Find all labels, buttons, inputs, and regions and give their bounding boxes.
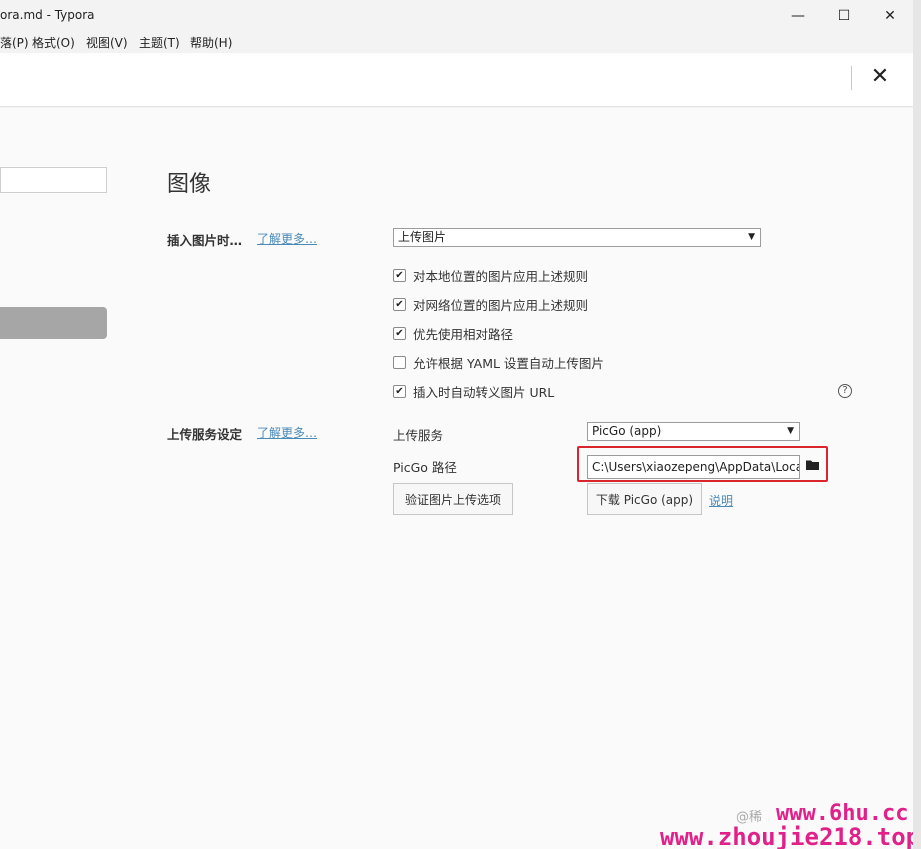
preferences-header: ✕ <box>0 53 913 107</box>
close-icon: ✕ <box>870 64 890 89</box>
upload-service-select[interactable]: PicGo (app) ▼ <box>587 422 800 441</box>
minimize-icon: — <box>791 7 805 24</box>
verify-upload-button[interactable]: 验证图片上传选项 <box>393 483 513 515</box>
insert-learn-more-link[interactable]: 了解更多… <box>257 230 317 247</box>
sidebar-active-item[interactable] <box>0 307 107 339</box>
insert-image-select[interactable]: 上传图片 ▼ <box>393 228 761 247</box>
insert-image-label: 插入图片时… <box>167 233 243 248</box>
chevron-down-icon: ▼ <box>748 232 755 242</box>
checkbox-local-rule[interactable]: ✔ <box>393 268 406 282</box>
preferences-close-button[interactable]: ✕ <box>869 64 891 90</box>
menu-help[interactable]: 帮助(H) <box>190 34 232 51</box>
upload-learn-more-link[interactable]: 了解更多… <box>257 424 317 441</box>
option-label: 允许根据 YAML 设置自动上传图片 <box>413 355 604 371</box>
chevron-down-icon: ▼ <box>787 426 794 436</box>
menu-format[interactable]: 格式(O) <box>32 34 75 51</box>
upload-service-value: PicGo (app) <box>592 424 662 438</box>
picgo-path-label: PicGo 路径 <box>393 460 457 475</box>
download-picgo-button[interactable]: 下载 PicGo (app) <box>587 483 702 515</box>
maximize-icon: ☐ <box>837 7 851 24</box>
help-icon[interactable]: ? <box>838 384 852 398</box>
option-label: 优先使用相对路径 <box>413 326 514 342</box>
maximize-button[interactable]: ☐ <box>821 0 867 31</box>
option-label: 对本地位置的图片应用上述规则 <box>413 268 589 284</box>
watermark-line2: www.zhoujie218.top <box>660 823 921 849</box>
preferences-content: 图像 插入图片时… 了解更多… 上传图片 ▼ ✔ 对本地位置的图片应用上述规则 … <box>0 108 920 849</box>
menu-paragraph[interactable]: 落(P) <box>0 34 29 51</box>
highlight-box <box>577 446 828 482</box>
option-local-rule[interactable]: ✔ 对本地位置的图片应用上述规则 <box>393 266 588 284</box>
menu-bar: 落(P) 格式(O) 视图(V) 主题(T) 帮助(H) <box>0 31 913 53</box>
sidebar-search-input[interactable] <box>0 167 107 193</box>
option-label: 插入时自动转义图片 URL <box>413 384 555 400</box>
checkbox-relative-path[interactable]: ✔ <box>393 326 406 340</box>
option-label: 对网络位置的图片应用上述规则 <box>413 297 589 313</box>
section-heading: 图像 <box>167 172 212 197</box>
menu-view[interactable]: 视图(V) <box>86 34 128 51</box>
checkbox-escape-url[interactable]: ✔ <box>393 384 406 398</box>
window-close-button[interactable]: ✕ <box>867 0 913 31</box>
menu-theme[interactable]: 主题(T) <box>139 34 180 51</box>
minimize-button[interactable]: — <box>775 0 821 31</box>
insert-image-select-value: 上传图片 <box>398 230 447 244</box>
option-yaml-upload[interactable]: 允许根据 YAML 设置自动上传图片 <box>393 353 604 371</box>
option-escape-url[interactable]: ✔ 插入时自动转义图片 URL <box>393 382 554 400</box>
window-title: ora.md - Typora <box>0 8 95 22</box>
option-network-rule[interactable]: ✔ 对网络位置的图片应用上述规则 <box>393 295 588 313</box>
checkbox-yaml-upload[interactable] <box>393 355 406 369</box>
title-bar: ora.md - Typora — ☐ ✕ <box>0 0 913 31</box>
option-relative-path[interactable]: ✔ 优先使用相对路径 <box>393 324 513 342</box>
scrollbar[interactable] <box>913 0 921 849</box>
checkbox-network-rule[interactable]: ✔ <box>393 297 406 311</box>
upload-service-settings-label: 上传服务设定 <box>167 427 243 442</box>
close-icon: ✕ <box>884 7 896 24</box>
header-divider <box>851 66 852 90</box>
upload-service-label: 上传服务 <box>393 428 444 443</box>
explain-link[interactable]: 说明 <box>709 492 733 509</box>
